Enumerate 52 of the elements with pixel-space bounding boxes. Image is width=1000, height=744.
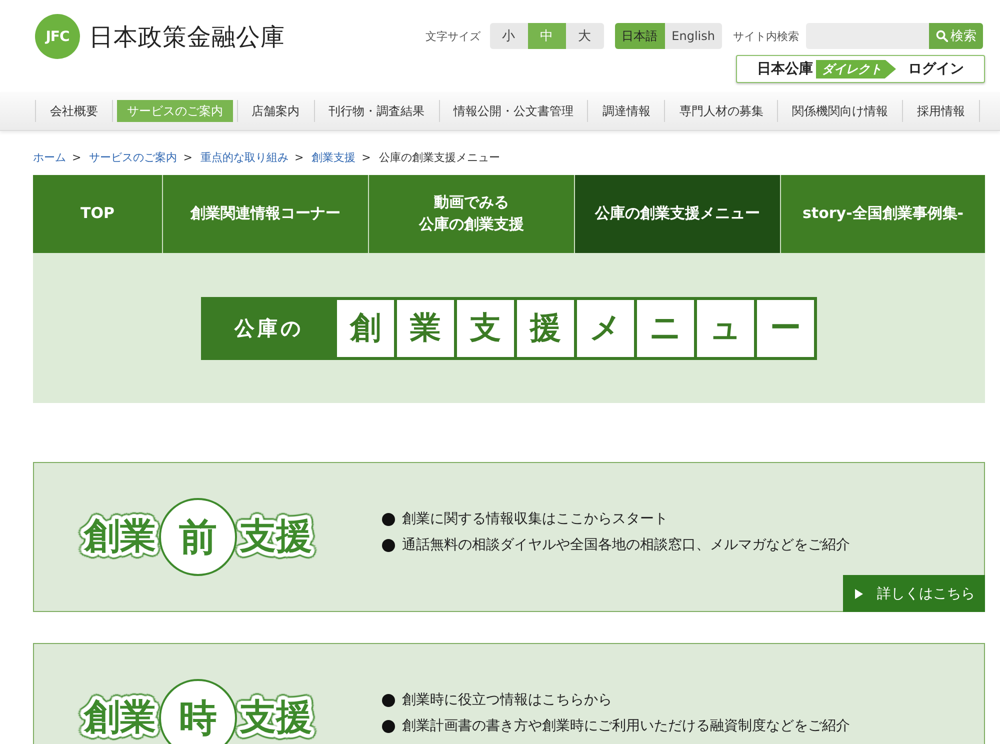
bullet-icon [382,720,395,732]
font-size-button[interactable]: 大 [566,23,604,49]
logo-text[interactable]: 日本政策金融公庫 [89,20,285,52]
nav-item[interactable]: 採用情報 [907,100,976,122]
breadcrumb-separator: > [183,151,192,164]
title-tile: 援 [517,300,574,356]
breadcrumb-link[interactable]: 創業支援 [312,150,356,165]
search-field[interactable] [806,23,929,49]
breadcrumb-current: 公庫の創業支援メニュー [378,150,500,165]
nav-item[interactable]: 関係機関向け情報 [782,100,898,122]
search-label: サイト内検索 [733,28,799,44]
breadcrumb-separator: > [72,151,82,164]
nav-item[interactable]: 情報公開・公文書管理 [444,100,584,122]
bullet-text: 創業に関する情報収集はここからスタート [402,510,668,528]
section-tab[interactable]: 創業関連情報コーナー [162,175,368,253]
bullet-text: 創業時に役立つ情報はこちらから [402,691,612,709]
section-tab[interactable]: story-全国創業事例集- [780,175,985,253]
banner-lead-text: 公庫の [233,314,304,342]
nav-item[interactable]: 会社概要 [40,100,108,122]
font-size-label: 文字サイズ [426,28,481,44]
language-button[interactable]: 日本語 [614,23,665,49]
title-tile: 創 [337,300,394,356]
breadcrumb-separator: > [294,151,304,164]
breadcrumb-link[interactable]: ホーム [33,150,66,165]
nav-item[interactable]: 調達情報 [592,100,660,122]
section-tab[interactable]: TOP [33,175,162,253]
title-tile: ー [757,300,814,356]
bullet-text: 通話無料の相談ダイヤルや全国各地の相談窓口、メルマガなどをご紹介 [402,536,850,554]
title-tile: 業 [397,300,454,356]
bullet-icon [382,538,395,552]
section-tab[interactable]: 公庫の創業支援メニュー [574,175,780,253]
title-tile: ニ [637,300,694,356]
card-title: 創業前支援 [78,497,318,577]
bullet-icon [382,512,395,526]
login-button[interactable]: 日本公庫 ダイレクト ログイン [736,55,985,83]
title-tile: メ [577,300,634,356]
triangle-right-icon [855,588,863,598]
nav-item[interactable]: 専門人材の募集 [669,100,774,122]
breadcrumb-link[interactable]: サービスのご案内 [89,150,178,165]
title-tile: ュ [697,300,754,356]
details-button[interactable]: 詳しくはこちら [843,575,985,612]
language-button[interactable]: English [664,23,722,49]
search-icon [936,30,948,42]
section-tab[interactable]: 動画でみる 公庫の創業支援 [368,175,574,253]
bullet-icon [382,694,395,706]
bullet-text: 創業計画書の書き方や創業時にご利用いただける融資制度などをご紹介 [402,717,850,735]
nav-item[interactable]: 刊行物・調査結果 [318,100,435,122]
nav-item[interactable]: 店舗案内 [242,100,310,122]
title-tile: 支 [457,300,514,356]
font-size-button[interactable]: 小 [490,23,528,49]
breadcrumb-link[interactable]: 重点的な取り組み [200,150,288,165]
breadcrumb-separator: > [362,151,371,164]
